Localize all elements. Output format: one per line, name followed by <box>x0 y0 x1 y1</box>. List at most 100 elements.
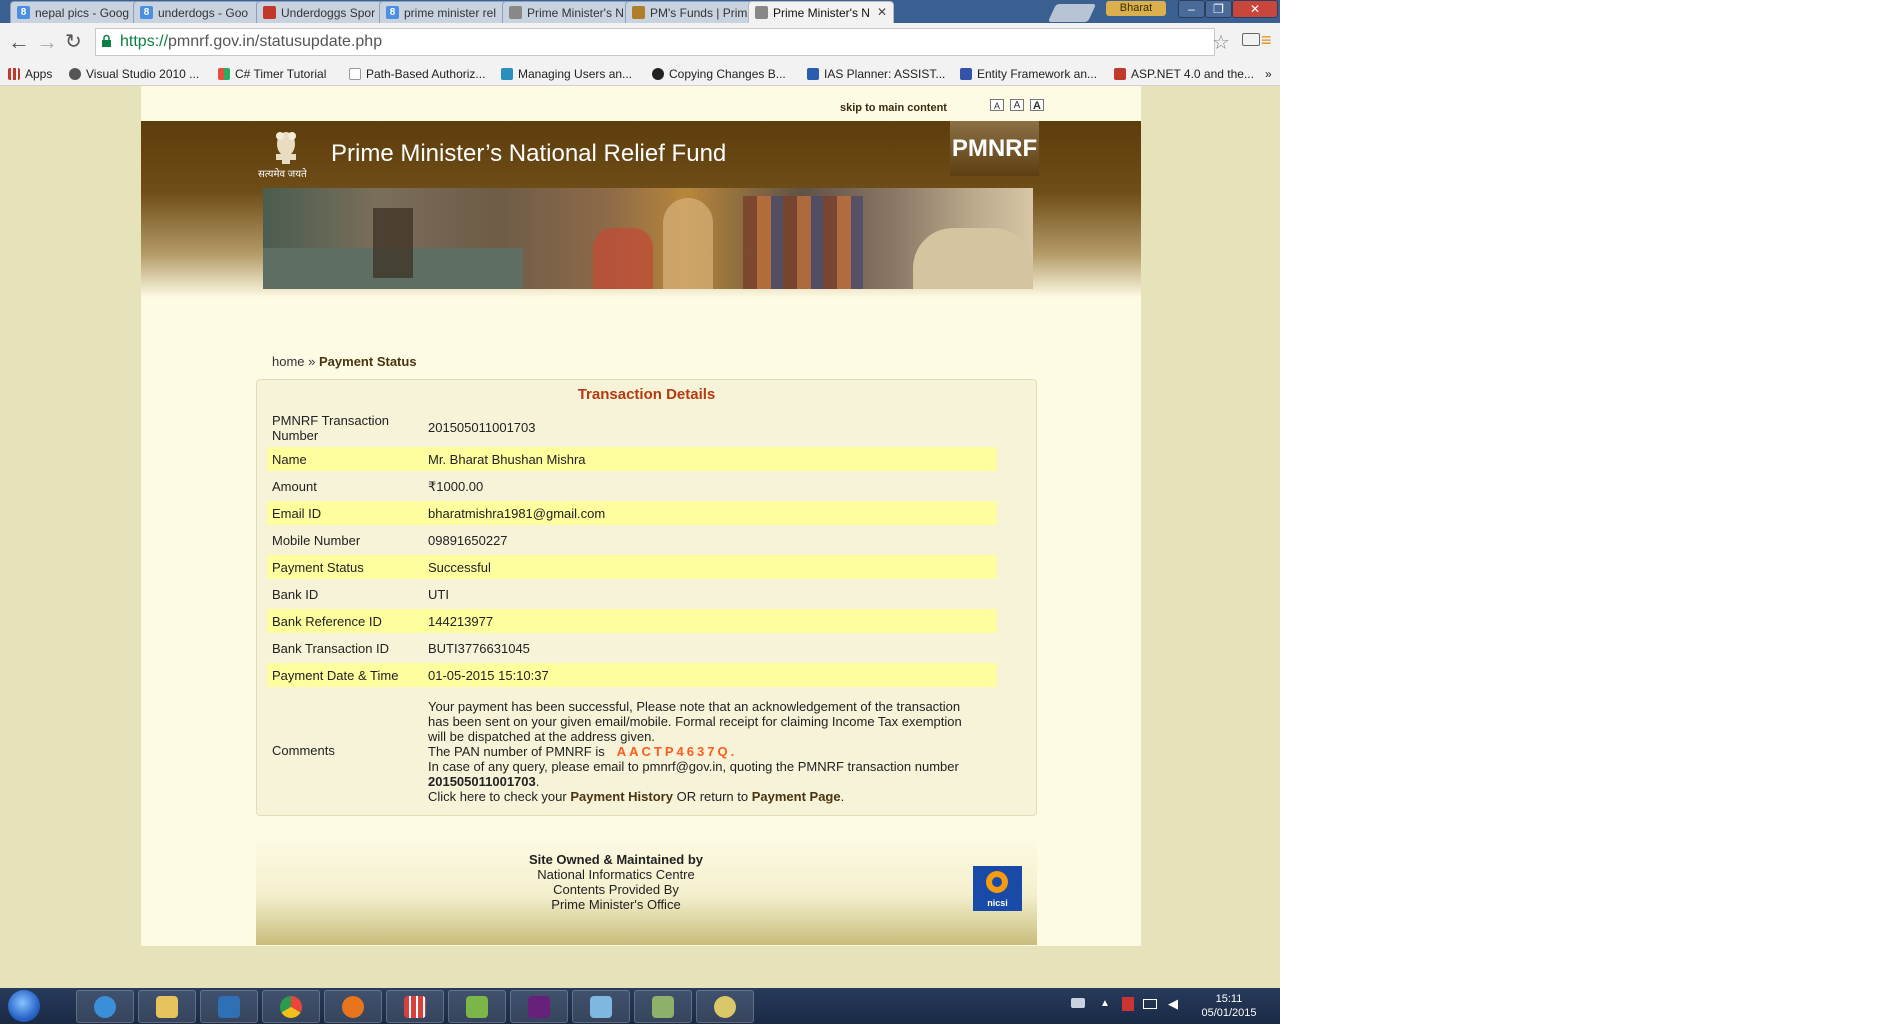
comments-text: Your payment has been successful, Please… <box>428 699 973 804</box>
bookmark-ias-planner[interactable]: IAS Planner: ASSIST... <box>807 67 945 81</box>
table-row: Payment Date & Time 01-05-2015 15:10:37 <box>267 663 997 687</box>
forward-arrow-icon[interactable]: → <box>36 30 58 54</box>
row-label: Bank Transaction ID <box>272 641 390 656</box>
underdoggs-icon <box>263 6 276 19</box>
taskbar-app-glyph <box>404 996 426 1018</box>
breadcrumb-home-link[interactable]: home <box>272 354 305 369</box>
tab-prime-minister-active[interactable]: Prime Minister's N ✕ <box>748 1 894 23</box>
comments-transaction-number: 201505011001703 <box>428 774 536 789</box>
action-center-flag-icon[interactable] <box>1122 997 1134 1011</box>
file-explorer-icon[interactable] <box>138 990 196 1023</box>
bookmark-managing-users[interactable]: Managing Users an... <box>501 67 632 81</box>
row-label: Mobile Number <box>272 533 361 548</box>
back-arrow-icon[interactable]: ← <box>8 30 30 54</box>
taskbar-app-glyph <box>218 996 240 1018</box>
colorful-tiles-icon <box>218 68 230 80</box>
url-path: pmnrf.gov.in/statusupdate.php <box>168 33 383 50</box>
font-size-normal-button[interactable]: A <box>1010 99 1024 111</box>
new-tab-button[interactable] <box>1047 4 1097 22</box>
star-bookmark-icon[interactable]: ☆ <box>1212 30 1230 55</box>
site-title: Prime Minister’s National Relief Fund <box>331 140 727 167</box>
taskbar-app-glyph <box>156 996 178 1018</box>
wordpress-icon <box>69 68 81 80</box>
row-value: Successful <box>428 560 491 575</box>
table-row: Bank Transaction ID BUTI3776631045 <box>267 636 997 660</box>
nicsi-logo-text: nicsi <box>987 898 1008 908</box>
pan-number: AACTP4637Q. <box>616 744 738 759</box>
start-button[interactable] <box>8 990 40 1022</box>
firefox-icon[interactable] <box>324 990 382 1023</box>
table-row: Mobile Number 09891650227 <box>267 528 997 552</box>
footer-text: Site Owned & Maintained by National Info… <box>256 852 976 912</box>
restore-button[interactable]: ❐ <box>1205 0 1232 18</box>
row-label: Payment Status <box>272 560 364 575</box>
bookmark-aspnet[interactable]: ASP.NET 4.0 and the... <box>1114 67 1254 81</box>
payment-page-link[interactable]: Payment Page <box>752 789 841 804</box>
taskbar-app-glyph <box>466 996 488 1018</box>
powershell-icon[interactable] <box>200 990 258 1023</box>
skip-to-main-content-link[interactable]: skip to main content <box>840 102 947 114</box>
extension-icon[interactable] <box>1242 33 1260 46</box>
chrome-icon[interactable] <box>262 990 320 1023</box>
bookmarks-bar: Apps Visual Studio 2010 ... C# Timer Tut… <box>0 63 1280 86</box>
minimize-button[interactable]: – <box>1178 0 1205 18</box>
row-value: 09891650227 <box>428 533 508 548</box>
footer-contents-by: Contents Provided By <box>553 882 679 897</box>
font-size-small-button[interactable]: A <box>990 99 1004 111</box>
taskbar-app-glyph <box>590 996 612 1018</box>
row-value: BUTI3776631045 <box>428 641 530 656</box>
notepad-plus-icon[interactable] <box>448 990 506 1023</box>
table-row: Email ID bharatmishra1981@gmail.com <box>267 501 997 525</box>
font-size-large-button[interactable]: A <box>1030 99 1044 112</box>
clock-date: 05/01/2015 <box>1201 1007 1257 1019</box>
card-title: Transaction Details <box>577 386 716 403</box>
pmnrf-logo: PMNRF <box>950 121 1039 176</box>
breadcrumb-separator: » <box>308 354 316 369</box>
bookmark-path-based[interactable]: Path-Based Authoriz... <box>349 67 485 81</box>
url-text[interactable]: https://pmnrf.gov.in/statusupdate.php <box>120 33 382 51</box>
tiles-app-icon[interactable] <box>386 990 444 1023</box>
nicsi-logo-mark <box>986 871 1008 893</box>
bookmark-csharp-timer[interactable]: C# Timer Tutorial <box>218 67 326 81</box>
row-label: Bank Reference ID <box>272 614 382 629</box>
table-row: Amount ₹1000.00 <box>267 474 997 498</box>
bookmarks-overflow-button[interactable]: » <box>1265 67 1272 81</box>
taskbar-clock[interactable]: 15:11 05/01/2015 <box>1196 992 1262 1020</box>
payment-history-link[interactable]: Payment History <box>570 789 673 804</box>
row-value: bharatmishra1981@gmail.com <box>428 506 606 521</box>
internet-explorer-icon[interactable] <box>76 990 134 1023</box>
ias-icon <box>807 68 819 80</box>
nicsi-logo[interactable]: nicsi <box>973 866 1022 911</box>
window-close-button[interactable]: ✕ <box>1232 0 1278 18</box>
row-label: Email ID <box>272 506 322 521</box>
bookmark-copying-changes[interactable]: Copying Changes B... <box>652 67 786 81</box>
url-scheme: https:// <box>120 33 169 50</box>
network-icon[interactable] <box>1143 999 1157 1009</box>
keyboard-icon[interactable] <box>1071 998 1085 1008</box>
asp-net-icon <box>1114 68 1126 80</box>
header-banner-photo <box>263 188 1033 289</box>
footer-owned-by: Site Owned & Maintained by <box>528 852 704 867</box>
volume-icon[interactable]: ◀ <box>1168 996 1178 1012</box>
table-row: Payment Status Successful <box>267 555 997 579</box>
taskbar-app-glyph <box>652 996 674 1018</box>
visual-studio-icon[interactable] <box>510 990 568 1023</box>
bookmark-apps[interactable]: Apps <box>8 67 52 81</box>
row-value: Mr. Bharat Bhushan Mishra <box>428 452 586 467</box>
menu-icon[interactable]: ≡ <box>1261 31 1272 49</box>
notes-app-icon[interactable] <box>572 990 630 1023</box>
taskbar-app-glyph <box>714 996 736 1018</box>
close-icon[interactable]: ✕ <box>877 5 887 19</box>
bookmark-visual-studio[interactable]: Visual Studio 2010 ... <box>69 67 199 81</box>
emblem-icon <box>632 6 645 19</box>
page-icon <box>509 6 522 19</box>
table-row: Bank Reference ID 144213977 <box>267 609 997 633</box>
user-profile-badge[interactable]: Bharat <box>1106 1 1166 16</box>
paint-icon[interactable] <box>696 990 754 1023</box>
show-hidden-icons-chevron-icon[interactable]: ▲ <box>1100 998 1110 1009</box>
reload-icon[interactable]: ↻ <box>65 30 82 54</box>
bookmark-entity-framework[interactable]: Entity Framework an... <box>960 67 1097 81</box>
calculator-icon[interactable] <box>634 990 692 1023</box>
row-value: 201505011001703 <box>428 420 536 435</box>
google-icon: 8 <box>17 6 30 19</box>
